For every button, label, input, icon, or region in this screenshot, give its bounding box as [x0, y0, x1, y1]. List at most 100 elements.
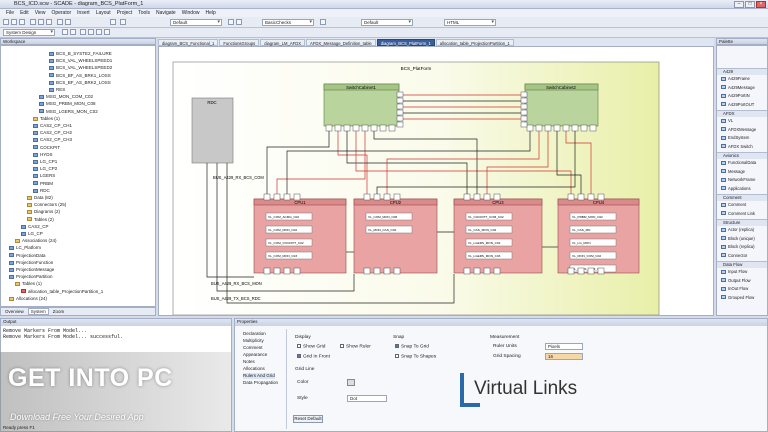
port-icon[interactable]: [493, 193, 501, 201]
tree-item[interactable]: CAS2_CP: [21, 223, 49, 230]
port-icon[interactable]: [388, 124, 396, 132]
palette-item[interactable]: Input Flow: [721, 269, 747, 275]
prop-cat-notes[interactable]: Notes: [243, 359, 255, 365]
port-icon[interactable]: [473, 267, 481, 275]
save-icon[interactable]: [19, 19, 25, 25]
port-icon[interactable]: [520, 103, 528, 110]
grid-spacing-input[interactable]: 16: [545, 353, 583, 360]
tree-item[interactable]: CAS2_CP_CH1: [33, 122, 72, 129]
gear-icon[interactable]: [320, 19, 326, 25]
tab-diagram-functional[interactable]: diagram_BCS_Functional_1: [158, 39, 219, 46]
port-icon[interactable]: [393, 267, 401, 275]
port-icon[interactable]: [363, 267, 371, 275]
prop-cat-rulers-grid[interactable]: Rulers And Grid: [243, 373, 275, 379]
palette-section[interactable]: Avionics: [717, 152, 767, 159]
port-icon[interactable]: [520, 91, 528, 98]
checks-combo[interactable]: BasicChecks: [262, 19, 314, 26]
palette-item[interactable]: AFDXMessage: [721, 127, 756, 133]
prop-cat-multiplicity[interactable]: Multiplicity: [243, 338, 264, 344]
palette-item[interactable]: AFDX Switch: [721, 144, 753, 150]
build-icon[interactable]: [120, 19, 126, 25]
tree-item[interactable]: Diagrams (2): [27, 208, 60, 215]
menu-edit[interactable]: Edit: [20, 10, 29, 16]
menu-layout[interactable]: Layout: [96, 10, 111, 16]
close-icon[interactable]: ×: [756, 1, 766, 8]
tree-item[interactable]: Allocations (24): [9, 295, 47, 302]
port-icon[interactable]: [587, 193, 595, 201]
tab-system[interactable]: System: [27, 308, 49, 315]
color-picker[interactable]: [347, 379, 355, 386]
palette-section[interactable]: Data Flow: [717, 261, 767, 268]
tree-item[interactable]: COCKPIT: [33, 144, 60, 151]
ruler-units-select[interactable]: Pixels: [545, 343, 583, 350]
palette-item[interactable]: Applications: [721, 186, 751, 192]
port-icon[interactable]: [325, 124, 333, 132]
cut-icon[interactable]: [30, 19, 36, 25]
port-icon[interactable]: [283, 193, 291, 201]
port-icon[interactable]: [396, 121, 404, 128]
palette-item[interactable]: NetworkFrame: [721, 177, 755, 183]
tab-afdx-message-table[interactable]: AFDX_Message_Definition_table: [306, 39, 376, 46]
tab-diagram-platform[interactable]: diagram_BCS_PlatForm_1: [376, 39, 435, 46]
port-icon[interactable]: [393, 193, 401, 201]
port-icon[interactable]: [463, 193, 471, 201]
port-icon[interactable]: [589, 124, 597, 132]
snap-to-grid-checkbox[interactable]: Snap To Grid: [395, 344, 429, 350]
port-icon[interactable]: [577, 193, 585, 201]
port-icon[interactable]: [535, 124, 543, 132]
paste-icon[interactable]: [46, 19, 52, 25]
port-icon[interactable]: [352, 124, 360, 132]
tree-item[interactable]: ProjectionData: [9, 252, 46, 259]
palette-section[interactable]: A429: [717, 68, 767, 75]
palette-section[interactable]: AFDX: [717, 110, 767, 117]
palette-item[interactable]: Block (replica): [721, 244, 755, 250]
port-icon[interactable]: [577, 267, 585, 275]
tree-item[interactable]: Tables (2): [27, 216, 54, 223]
prop-cat-declaration[interactable]: Declaration: [243, 331, 266, 337]
grid-in-front-checkbox[interactable]: Grid In Front: [297, 354, 330, 360]
menu-operator[interactable]: Operator: [51, 10, 71, 16]
port-icon[interactable]: [571, 124, 579, 132]
grid-icon[interactable]: [88, 29, 94, 35]
check-icon[interactable]: [110, 19, 116, 25]
tab-diagram-afdx[interactable]: diagram_LM_AFDX: [260, 39, 306, 46]
port-icon[interactable]: [373, 267, 381, 275]
port-icon[interactable]: [520, 121, 528, 128]
tree-item[interactable]: MSG_PRBM_MON_C08: [39, 100, 96, 107]
tree-item[interactable]: Data (82): [27, 194, 53, 201]
palette-item[interactable]: A429Frame: [721, 76, 750, 82]
port-icon[interactable]: [273, 267, 281, 275]
zoom-out-icon[interactable]: [70, 29, 76, 35]
palette-item[interactable]: Comment Link: [721, 211, 755, 217]
port-icon[interactable]: [396, 109, 404, 116]
diagram-canvas[interactable]: BCS_PlatForm RDC SwitchCabinet1 SwitchCa…: [158, 46, 714, 316]
cpu-block[interactable]: [353, 198, 438, 274]
reset-default-button[interactable]: Reset Default: [293, 415, 323, 423]
port-icon[interactable]: [544, 124, 552, 132]
tree-item[interactable]: CAS2_CP_CH2: [33, 129, 72, 136]
tab-overview[interactable]: Overview: [3, 309, 26, 314]
profile-combo[interactable]: Default: [361, 19, 413, 26]
port-icon[interactable]: [263, 267, 271, 275]
tree-item[interactable]: LG_CP: [21, 230, 43, 237]
tab-zoom[interactable]: Zoom: [51, 309, 67, 314]
port-icon[interactable]: [493, 267, 501, 275]
port-icon[interactable]: [520, 115, 528, 122]
tree-item[interactable]: LGERS: [33, 172, 55, 179]
port-icon[interactable]: [383, 267, 391, 275]
rdc-block[interactable]: [191, 97, 234, 164]
port-icon[interactable]: [473, 193, 481, 201]
tree-item[interactable]: BCS_VAL_WHEELSPEED1: [49, 57, 112, 64]
tree-item[interactable]: BCS_BF_AS_BRK2_LOSS: [49, 79, 111, 86]
port-icon[interactable]: [587, 267, 595, 275]
cpu-block[interactable]: [557, 198, 640, 274]
cpu-block[interactable]: [453, 198, 543, 274]
port-icon[interactable]: [334, 124, 342, 132]
tree-item[interactable]: BCS_BF_AS_BRK1_LOSS: [49, 72, 111, 79]
port-icon[interactable]: [567, 193, 575, 201]
port-icon[interactable]: [396, 97, 404, 104]
palette-item[interactable]: Message: [721, 169, 745, 175]
port-icon[interactable]: [373, 193, 381, 201]
layout-icon[interactable]: [96, 29, 102, 35]
palette-item[interactable]: Output Flow: [721, 278, 751, 284]
